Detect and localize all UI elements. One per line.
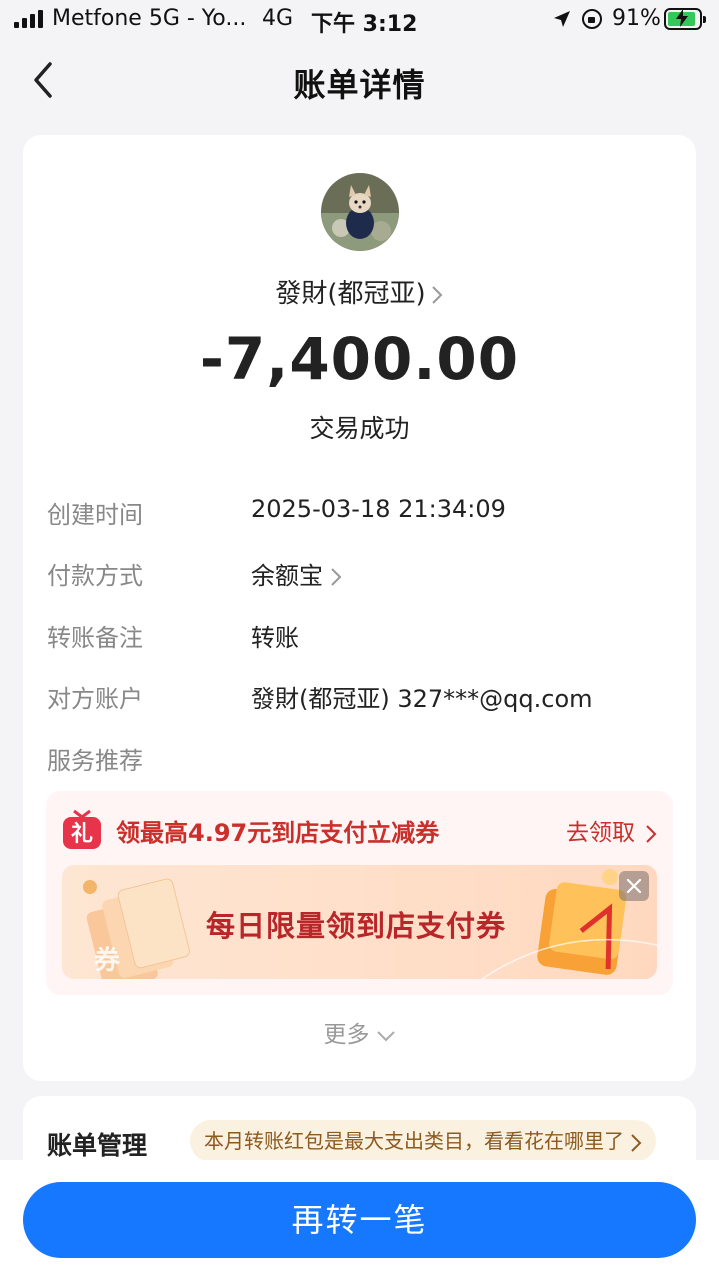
claim-coupon-link[interactable]: 去领取 <box>566 813 657 847</box>
navigation-bar: 账单详情 <box>0 48 719 114</box>
promo-title: 领最高4.97元到店支付立减券 <box>116 819 440 847</box>
battery-percent: 91% <box>612 6 661 31</box>
gift-label: 礼 <box>71 821 93 847</box>
transfer-again-button[interactable]: 再转一笔 <box>23 1182 696 1258</box>
payee-avatar[interactable] <box>321 173 399 251</box>
signal-icon <box>14 10 43 28</box>
claim-label: 去领取 <box>566 820 635 846</box>
network-type: 4G <box>262 6 294 31</box>
clock: 下午 3:12 <box>311 12 418 37</box>
chevron-right-icon <box>631 1133 642 1152</box>
payee-name: 發財(都冠亚) <box>275 279 426 309</box>
coupon-banner[interactable]: 券 每日限量领到店支付券 <box>62 865 657 979</box>
location-icon <box>554 11 570 27</box>
detail-label: 创建时间 <box>47 501 143 529</box>
detail-label: 对方账户 <box>47 685 143 713</box>
chevron-down-icon <box>376 1030 395 1041</box>
coupon-label: 券 <box>94 946 121 976</box>
chevron-right-icon <box>331 568 342 586</box>
detail-value: 發財(都冠亚) 327***@qq.com <box>251 685 593 713</box>
detail-label: 付款方式 <box>47 562 143 590</box>
detail-value: 2025-03-18 21:34:09 <box>251 495 506 523</box>
detail-label: 转账备注 <box>47 624 143 652</box>
promo-card[interactable]: 礼 领最高4.97元到店支付立减券 去领取 券 每日限量领到店支付券 <box>46 791 673 995</box>
battery-icon <box>664 8 706 30</box>
payee-name-link[interactable]: 發財(都冠亚) <box>23 273 696 310</box>
rotation-lock-icon <box>582 9 602 29</box>
bottom-bar: 再转一笔 <box>0 1160 719 1280</box>
carrier-name: Metfone 5G - Yo... <box>52 6 247 31</box>
status-bar: Metfone 5G - Yo... 4G 下午 3:12 91% <box>0 0 719 42</box>
transaction-amount: -7,400.00 <box>199 325 520 393</box>
spending-insight-pill[interactable]: 本月转账红包是最大支出类目，看看花在哪里了 <box>190 1120 656 1162</box>
bill-management-title: 账单管理 <box>47 1131 148 1160</box>
charging-bolt-icon <box>676 9 688 27</box>
dog-avatar-image <box>321 173 399 251</box>
chevron-right-icon <box>646 824 657 843</box>
detail-row-payment-method[interactable]: 付款方式 余额宝 <box>47 550 687 590</box>
close-banner-button[interactable] <box>619 871 649 901</box>
chevron-right-icon <box>431 285 443 304</box>
detail-label: 服务推荐 <box>47 747 143 775</box>
transaction-card: 發財(都冠亚) -7,400.00 交易成功 创建时间 2025-03-18 2… <box>23 135 696 1081</box>
detail-row-remark: 转账备注 转账 <box>47 612 687 652</box>
detail-row-counterparty: 对方账户 發財(都冠亚) 327***@qq.com <box>47 673 687 713</box>
gift-icon: 礼 <box>63 809 101 849</box>
detail-row-created-time: 创建时间 2025-03-18 21:34:09 <box>47 489 687 529</box>
banner-text: 每日限量领到店支付券 <box>206 909 507 943</box>
detail-value: 转账 <box>251 624 299 652</box>
detail-row-service: 服务推荐 <box>47 735 687 775</box>
detail-value: 余额宝 <box>251 562 323 590</box>
spending-insight-text: 本月转账红包是最大支出类目，看看花在哪里了 <box>204 1129 624 1153</box>
more-toggle[interactable]: 更多 <box>23 1015 696 1049</box>
page-title: 账单详情 <box>293 66 426 104</box>
more-label: 更多 <box>323 1022 370 1048</box>
transaction-status: 交易成功 <box>309 414 410 443</box>
